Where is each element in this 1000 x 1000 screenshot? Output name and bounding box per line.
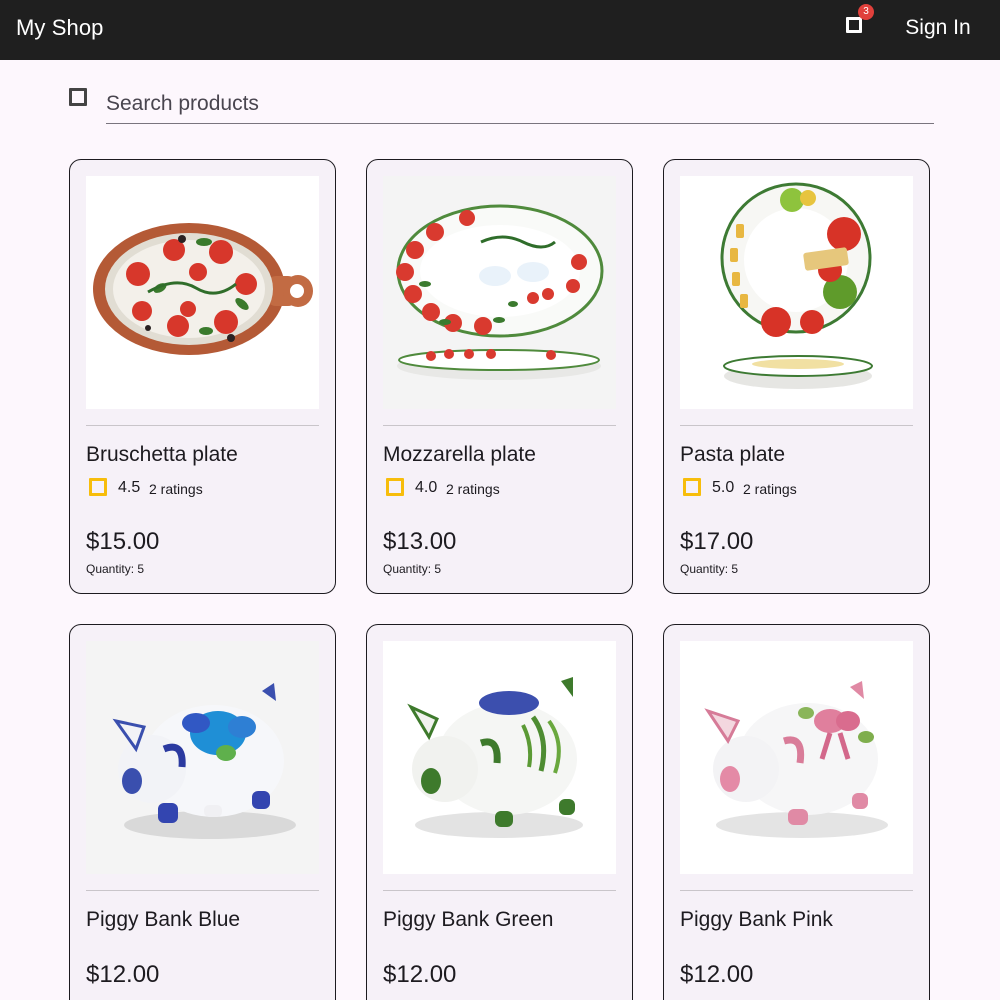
rating-count: 2 ratings xyxy=(743,481,797,497)
rating-value: 4.0 xyxy=(415,479,438,496)
rating-count: 2 ratings xyxy=(149,481,203,497)
product-title: Bruschetta plate xyxy=(86,443,238,466)
product-image[interactable] xyxy=(383,641,616,874)
rating-value: 5.0 xyxy=(712,479,735,496)
piggy-bank-pink-image xyxy=(704,681,888,838)
product-price: $12.00 xyxy=(680,961,754,988)
product-price: $12.00 xyxy=(383,961,457,988)
card-divider xyxy=(383,890,616,891)
product-price: $17.00 xyxy=(680,528,754,555)
product-image[interactable] xyxy=(680,641,913,874)
star-icon xyxy=(89,478,107,496)
card-divider xyxy=(86,890,319,891)
product-title: Pasta plate xyxy=(680,443,786,466)
product-image[interactable] xyxy=(86,641,319,874)
product-title: Piggy Bank Green xyxy=(383,908,554,931)
mozzarella-plate-image xyxy=(396,204,604,380)
product-image[interactable] xyxy=(680,176,913,409)
rating-count: 2 ratings xyxy=(446,481,500,497)
sign-in-button[interactable]: Sign In xyxy=(892,12,984,44)
product-title: Piggy Bank Blue xyxy=(86,908,241,931)
rating-value: 4.5 xyxy=(118,479,141,496)
cart-count-badge: 3 xyxy=(858,4,874,20)
product-title: Piggy Bank Pink xyxy=(680,908,833,931)
cart-icon xyxy=(846,17,862,33)
star-icon xyxy=(683,478,701,496)
product-card[interactable]: Bruschetta plate 4.5 2 ratings $15.00 Qu… xyxy=(69,159,336,594)
product-card[interactable]: Piggy Bank Pink $12.00 xyxy=(663,624,930,1000)
cart-button[interactable]: 3 xyxy=(838,4,874,42)
product-card[interactable]: Pasta plate 5.0 2 ratings $17.00 Quantit… xyxy=(663,159,930,594)
product-price: $12.00 xyxy=(86,961,160,988)
product-title: Mozzarella plate xyxy=(383,443,536,466)
star-icon xyxy=(386,478,404,496)
card-divider xyxy=(680,425,913,426)
card-divider xyxy=(383,425,616,426)
product-quantity: Quantity: 5 xyxy=(86,562,145,576)
top-app-bar: My Shop 3 Sign In xyxy=(0,0,1000,60)
piggy-bank-green-image xyxy=(407,677,583,838)
product-card[interactable]: Mozzarella plate 4.0 2 ratings $13.00 Qu… xyxy=(366,159,633,594)
search-icon xyxy=(69,88,87,106)
bruschetta-plate-image xyxy=(93,223,313,355)
product-price: $13.00 xyxy=(383,528,457,555)
product-card[interactable]: Piggy Bank Blue $12.00 xyxy=(69,624,336,1000)
piggy-bank-blue-image xyxy=(112,683,296,839)
product-card[interactable]: Piggy Bank Green $12.00 xyxy=(366,624,633,1000)
card-divider xyxy=(86,425,319,426)
product-price: $15.00 xyxy=(86,528,160,555)
product-image[interactable] xyxy=(86,176,319,409)
product-quantity: Quantity: 5 xyxy=(383,562,442,576)
search-input[interactable] xyxy=(106,84,934,124)
product-quantity: Quantity: 5 xyxy=(680,562,739,576)
app-title[interactable]: My Shop xyxy=(16,14,104,42)
card-divider xyxy=(680,890,913,891)
product-image[interactable] xyxy=(383,176,616,409)
pasta-plate-image xyxy=(720,182,873,389)
